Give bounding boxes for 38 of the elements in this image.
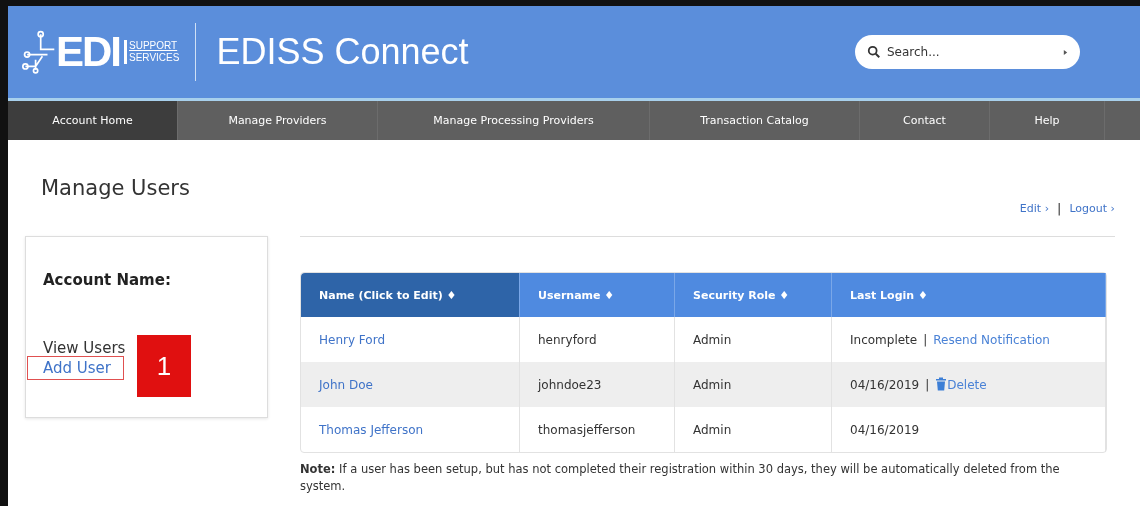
- action-separator: |: [923, 332, 928, 347]
- user-name-link[interactable]: John Doe: [319, 377, 373, 392]
- table-cell: Admin: [675, 362, 832, 407]
- table-cell: johndoe23: [520, 362, 675, 407]
- column-header[interactable]: Last Login ♦: [832, 273, 1106, 317]
- action-separator: |: [925, 378, 930, 392]
- caret-icon: [1063, 48, 1068, 56]
- callout-badge: 1: [137, 335, 191, 397]
- account-label: Account Name:: [43, 271, 172, 289]
- table-cell: thomasjefferson: [520, 407, 675, 452]
- user-name-link[interactable]: Henry Ford: [319, 332, 386, 347]
- search-icon: [867, 45, 881, 59]
- delete-link[interactable]: Delete: [947, 378, 987, 392]
- trash-icon: [935, 377, 948, 391]
- note-text: Note: If a user has been setup, but has not completed their registration within 30 days, they will be automatically deleted from the system.: [300, 461, 1061, 495]
- column-header[interactable]: Username ♦: [520, 273, 675, 317]
- logo-subtitle: SERVICES: [129, 52, 180, 64]
- link-separator: |: [1057, 200, 1062, 216]
- last-login-text: 04/16/2019: [850, 422, 920, 437]
- column-header[interactable]: Security Role ♦: [675, 273, 832, 317]
- logout-link[interactable]: Logout ›: [1069, 201, 1115, 215]
- sidebar-link[interactable]: Add User: [28, 357, 123, 379]
- resend-link[interactable]: Resend Notification: [933, 332, 1050, 347]
- table-cell: Admin: [675, 407, 832, 452]
- logo-subtitle: SUPPORT: [129, 40, 179, 52]
- edit-link[interactable]: Edit ›: [1019, 201, 1050, 215]
- search-input[interactable]: Search...: [885, 44, 1063, 60]
- column-header[interactable]: Name (Click to Edit) ♦: [301, 273, 520, 317]
- sidebar-item[interactable]: View Users: [43, 339, 126, 357]
- user-name-link[interactable]: Thomas Jefferson: [319, 422, 424, 437]
- page-title: Manage Users: [41, 176, 191, 202]
- search-field[interactable]: Search...: [855, 35, 1080, 69]
- logo-text: EDI: [56, 28, 120, 76]
- last-login-text: Incomplete: [850, 332, 918, 347]
- last-login-text: 04/16/2019: [850, 378, 920, 392]
- app-title: EDISS Connect: [216, 31, 469, 73]
- circuit-icon: [22, 29, 56, 75]
- nav-tab[interactable]: Account Home: [8, 101, 178, 140]
